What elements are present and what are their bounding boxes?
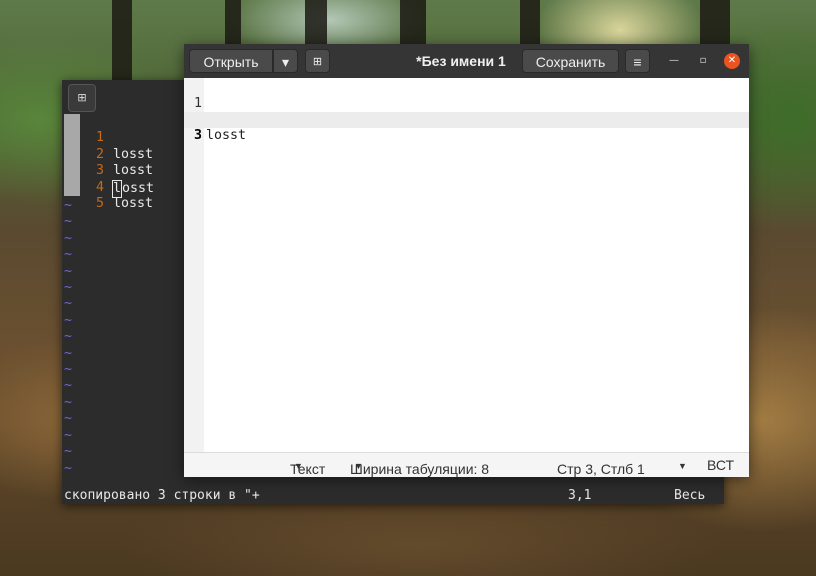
vim-empty-line-markers: ~ ~ ~ ~ ~ ~ ~ ~ ~ ~ ~ ~ ~ ~ ~ ~ ~ xyxy=(64,198,72,477)
vim-tilde: ~ xyxy=(64,280,73,296)
maximize-icon[interactable]: ▫ xyxy=(695,53,711,69)
vim-scroll-position: Весь xyxy=(674,488,706,503)
tree-trunk xyxy=(400,0,426,44)
menu-button[interactable]: ≡ xyxy=(625,49,650,73)
new-tab-button[interactable]: ⊞ xyxy=(305,49,330,73)
vim-tilde: ~ xyxy=(64,460,73,476)
vim-tilde: ~ xyxy=(64,296,73,312)
editor-line-current: 3 xyxy=(184,112,749,143)
vim-buffer[interactable]: 1 losst 2 losst 3 losst 4 losst 5 xyxy=(62,114,154,211)
header-bar: Открыть ▾ ⊞ *Без имени 1 Сохранить ≡ — ▫… xyxy=(184,44,749,78)
vim-tilde: ~ xyxy=(64,329,73,345)
vim-line-text-rest: osst xyxy=(122,180,155,196)
line-number: 3 xyxy=(193,128,202,143)
tree-trunk xyxy=(700,0,730,44)
chevron-down-icon: ▼ xyxy=(354,461,363,471)
vim-cursor-position: 3,1 xyxy=(568,488,592,503)
chevron-down-icon: ▼ xyxy=(678,461,687,471)
vim-tilde: ~ xyxy=(64,263,73,279)
editor-line: 2 losst xyxy=(184,96,749,143)
tree-trunk xyxy=(305,0,327,44)
vim-status-line: скопировано 3 строки в "+ 3,1 Весь xyxy=(62,488,724,504)
vim-line: 1 losst xyxy=(62,114,153,161)
vim-tilde: ~ xyxy=(64,198,73,213)
vim-tilde: ~ xyxy=(64,394,73,410)
vim-line-text: losst xyxy=(113,146,154,162)
vim-tilde: ~ xyxy=(64,247,73,263)
vim-tilde: ~ xyxy=(64,378,73,394)
insert-mode-indicator[interactable]: ВСТ xyxy=(707,457,734,473)
cursor-position-label: Стр 3, Стлб 1 xyxy=(557,461,645,477)
vim-line-number: 5 xyxy=(95,195,104,211)
chevron-down-icon: ▼ xyxy=(294,461,303,471)
chevron-down-icon: ▾ xyxy=(281,54,290,70)
open-recent-dropdown[interactable]: ▾ xyxy=(273,49,298,73)
vim-tilde: ~ xyxy=(64,345,73,361)
text-editor-area[interactable]: 1 losst 2 losst 3 xyxy=(184,80,749,143)
vim-line: 2 losst xyxy=(62,130,153,178)
save-button[interactable]: Сохранить xyxy=(522,49,619,73)
vim-line: 5 xyxy=(62,180,110,211)
vim-line: 3 losst xyxy=(62,147,154,198)
tab-width-label: Ширина табуляции: 8 xyxy=(350,461,490,477)
gedit-window[interactable]: Открыть ▾ ⊞ *Без имени 1 Сохранить ≡ — ▫… xyxy=(184,44,749,477)
window-title: *Без имени 1 xyxy=(416,53,506,69)
tree-trunk xyxy=(112,0,132,80)
tree-trunk xyxy=(225,0,241,44)
open-button[interactable]: Открыть xyxy=(189,49,273,73)
close-icon[interactable]: ✕ xyxy=(724,53,740,69)
vim-tilde: ~ xyxy=(64,362,73,378)
vim-line-text: losst xyxy=(113,163,154,179)
vim-tilde: ~ xyxy=(64,214,73,230)
vim-tilde: ~ xyxy=(64,312,73,328)
status-bar: Текст ▼ Ширина табуляции: 8 ▼ Стр 3, Стлб … xyxy=(184,452,749,477)
tree-trunk xyxy=(520,0,540,44)
hamburger-menu-icon: ≡ xyxy=(633,54,642,70)
vim-tilde: ~ xyxy=(64,411,73,427)
new-tab-icon: ⊞ xyxy=(312,56,323,68)
vim-tilde: ~ xyxy=(64,427,73,443)
vim-tilde: ~ xyxy=(64,444,73,460)
editor-line: 1 losst xyxy=(184,80,749,127)
minimize-icon[interactable]: — xyxy=(666,53,682,69)
new-tab-icon[interactable]: ⊞ xyxy=(68,84,96,112)
vim-message: скопировано 3 строки в "+ xyxy=(64,488,260,503)
vim-tilde: ~ xyxy=(64,230,73,246)
vim-line: 4 losst xyxy=(62,163,153,211)
vim-line-text: losst xyxy=(113,195,154,211)
